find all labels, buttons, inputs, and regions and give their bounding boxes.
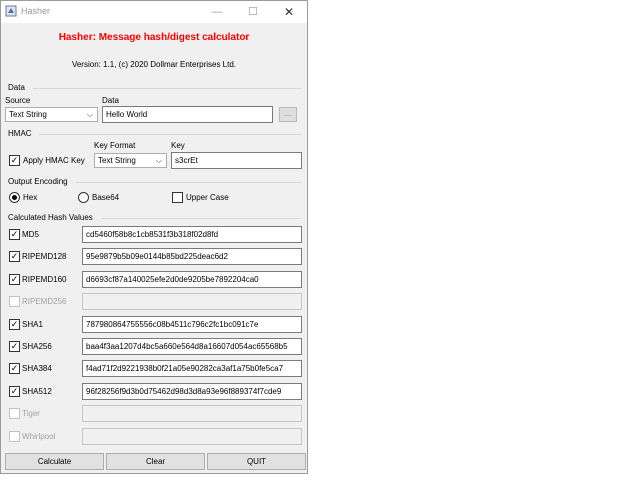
hash-value-ripemd256[interactable] [82, 293, 302, 310]
browse-button[interactable]: ... [279, 107, 297, 122]
key-label: Key [171, 141, 185, 150]
encoding-group-divider [76, 182, 301, 183]
hash-label-sha384: SHA384 [22, 364, 52, 373]
hash-checkbox-md5[interactable]: ✓ [9, 229, 20, 240]
radio-selected-dot [12, 195, 17, 200]
check-icon: ✓ [10, 155, 19, 165]
data-input[interactable]: Hello World [102, 106, 273, 123]
check-icon: ✓ [10, 363, 19, 373]
apply-hmac-checkbox[interactable]: ✓ [9, 155, 20, 166]
hash-group-label: Calculated Hash Values [8, 213, 93, 222]
minimize-button[interactable]: — [199, 1, 235, 23]
hash-value-md5[interactable]: cd5460f58b8c1cb8531f3b318f02d8fd [82, 226, 302, 243]
hash-checkbox-sha1[interactable]: ✓ [9, 319, 20, 330]
source-select-value: Text String [9, 110, 47, 119]
data-label: Data [102, 96, 119, 105]
hex-radio[interactable] [9, 192, 20, 203]
quit-button[interactable]: QUIT [207, 453, 306, 470]
check-icon: ✓ [10, 319, 19, 329]
check-icon: ✓ [10, 341, 19, 351]
hash-value-sha1[interactable]: 787980864755556c08b4511c796c2fc1bc091c7e [82, 316, 302, 333]
hash-label-sha512: SHA512 [22, 387, 52, 396]
hash-label-tiger: Tiger [22, 409, 40, 418]
upper-case-label: Upper Case [186, 193, 229, 202]
apply-hmac-label: Apply HMAC Key [23, 156, 85, 165]
data-group-divider [33, 88, 301, 89]
hash-label-whirlpool: Whirlpool [22, 432, 56, 441]
hash-checkbox-sha512[interactable]: ✓ [9, 386, 20, 397]
hash-checkbox-sha256[interactable]: ✓ [9, 341, 20, 352]
hex-label: Hex [23, 193, 38, 202]
hash-label-ripemd128: RIPEMD128 [22, 252, 67, 261]
clear-button[interactable]: Clear [106, 453, 205, 470]
calculate-button[interactable]: Calculate [5, 453, 104, 470]
hash-value-ripemd160[interactable]: d6693cf87a140025efe2d0de9205be7892204ca0 [82, 271, 302, 288]
chevron-down-icon: ⌵ [86, 110, 93, 119]
upper-case-checkbox[interactable] [172, 192, 183, 203]
hash-value-ripemd128[interactable]: 95e9879b5b09e0144b85bd225deac6d2 [82, 248, 302, 265]
app-icon [5, 5, 17, 17]
check-icon: ✓ [10, 251, 19, 261]
hash-checkbox-ripemd128[interactable]: ✓ [9, 251, 20, 262]
hash-value-sha384[interactable]: f4ad71f2d9221938b0f21a05e90282ca3af1a75b… [82, 360, 302, 377]
key-format-value: Text String [98, 156, 136, 165]
window-title: Hasher [21, 6, 51, 16]
data-group-label: Data [8, 83, 25, 92]
base64-label: Base64 [92, 193, 120, 202]
hash-label-ripemd160: RIPEMD160 [22, 275, 67, 284]
chevron-down-icon: ⌵ [155, 156, 162, 165]
hash-checkbox-whirlpool[interactable] [9, 431, 20, 442]
key-input[interactable]: s3crEt [171, 152, 302, 169]
hash-checkbox-ripemd256[interactable] [9, 296, 20, 307]
version-text: Version: 1.1, (c) 2020 Dollmar Enterpris… [71, 60, 237, 69]
source-label: Source [5, 96, 31, 105]
check-icon: ✓ [10, 274, 19, 284]
hasher-window: Hasher — ☐ ✕ Hasher: Message hash/digest… [0, 0, 308, 474]
hash-label-sha1: SHA1 [22, 320, 43, 329]
encoding-group-label: Output Encoding [8, 177, 68, 186]
hash-label-md5: MD5 [22, 230, 39, 239]
hmac-group-label: HMAC [8, 129, 32, 138]
hash-checkbox-ripemd160[interactable]: ✓ [9, 274, 20, 285]
hash-checkbox-tiger[interactable] [9, 408, 20, 419]
close-button[interactable]: ✕ [271, 1, 307, 23]
check-icon: ✓ [10, 229, 19, 239]
key-format-label: Key Format [94, 141, 136, 150]
hash-value-whirlpool[interactable] [82, 428, 302, 445]
hash-value-sha256[interactable]: baa4f3aa1207d4bc5a660e564d8a16607d054ac6… [82, 338, 302, 355]
hash-label-ripemd256: RIPEMD256 [22, 297, 67, 306]
base64-radio[interactable] [78, 192, 89, 203]
hash-checkbox-sha384[interactable]: ✓ [9, 363, 20, 374]
check-icon: ✓ [10, 386, 19, 396]
hash-group-divider [101, 218, 301, 219]
hmac-group-divider [39, 134, 301, 135]
source-select[interactable]: Text String ⌵ [5, 107, 98, 122]
hash-value-sha512[interactable]: 96f28256f9d3b0d75462d98d3d8a93e96f889374… [82, 383, 302, 400]
key-format-select[interactable]: Text String ⌵ [94, 153, 167, 168]
hash-value-tiger[interactable] [82, 405, 302, 422]
app-heading: Hasher: Message hash/digest calculator [58, 32, 250, 43]
maximize-button[interactable]: ☐ [235, 1, 271, 23]
title-bar[interactable]: Hasher — ☐ ✕ [1, 1, 307, 23]
hash-label-sha256: SHA256 [22, 342, 52, 351]
